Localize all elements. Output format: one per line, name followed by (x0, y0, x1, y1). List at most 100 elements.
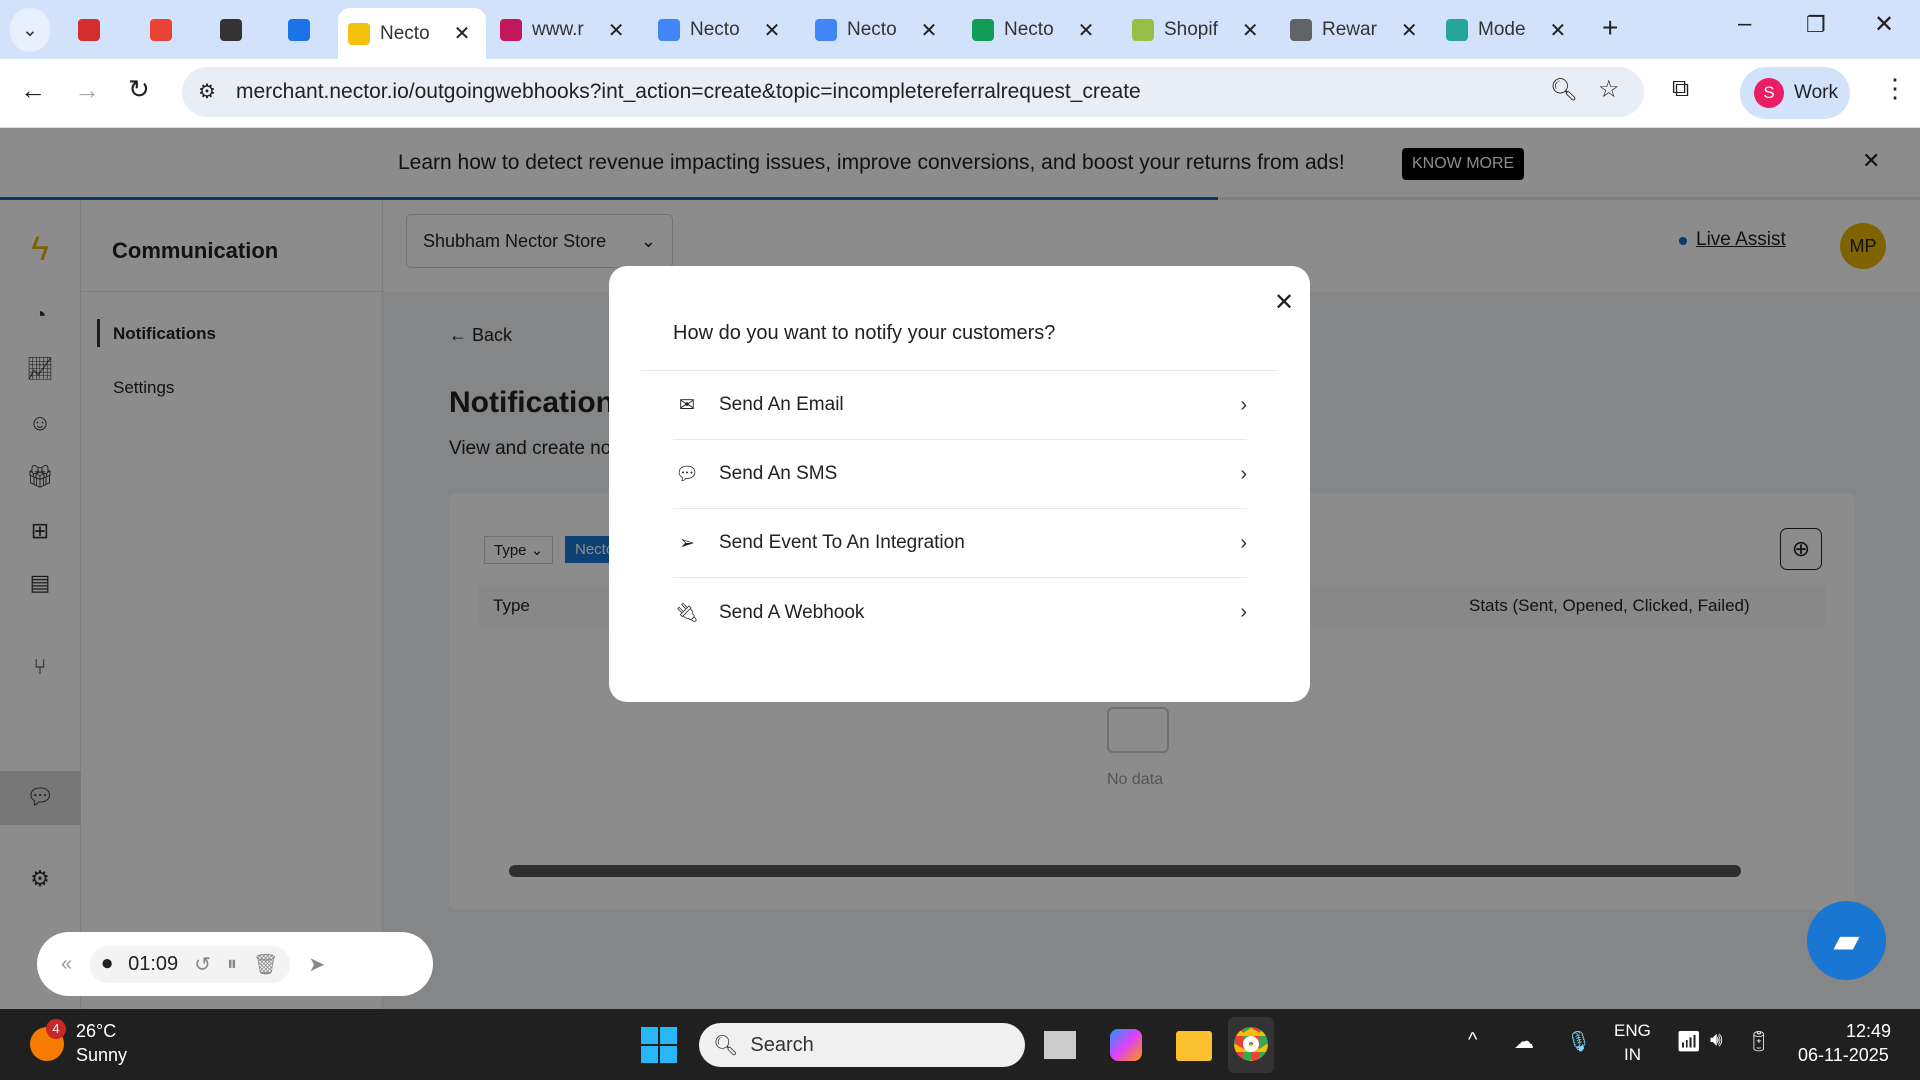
browser-toolbar: ← → ↻ ⚙ merchant.nector.io/outgoingwebho… (0, 59, 1920, 128)
windows-start-icon[interactable] (641, 1027, 677, 1063)
copilot-icon[interactable] (1110, 1029, 1142, 1061)
tab-title: Shopif (1164, 19, 1218, 40)
browser-tab[interactable]: Necto ✕ (338, 8, 486, 59)
browser-tab[interactable]: Necto ✕ (962, 8, 1104, 52)
weather-badge: 4 (46, 1019, 66, 1039)
task-view-icon[interactable] (1044, 1031, 1076, 1059)
tab-title: Necto (380, 22, 430, 44)
close-window-button[interactable]: ✕ (1874, 10, 1894, 39)
clock-time[interactable]: 12:49 (1846, 1021, 1891, 1042)
modal-close-icon[interactable]: ✕ (1274, 288, 1294, 317)
volume-icon[interactable]: 🔊︎ (1710, 1029, 1723, 1052)
tab-close-icon[interactable]: ✕ (1078, 18, 1095, 43)
nector-bolt-icon (348, 22, 370, 45)
browser-tab[interactable]: Necto ✕ (805, 8, 947, 52)
tab-title: Rewar (1322, 19, 1377, 40)
notify-method-modal: How do you want to notify your customers… (609, 266, 1310, 702)
onedrive-icon[interactable]: ☁ (1514, 1029, 1534, 1054)
tab-close-icon[interactable]: ✕ (1550, 18, 1567, 43)
chevron-right-icon: › (1240, 462, 1247, 485)
chatgpt-icon (220, 19, 242, 41)
option-send-email[interactable]: ✉ Send An Email › (673, 371, 1247, 440)
pointer-icon[interactable]: ➤ (308, 952, 325, 977)
tab-title: Mode (1478, 19, 1526, 40)
browser-tab[interactable] (68, 8, 110, 52)
tab-close-icon[interactable]: ✕ (764, 18, 781, 43)
tab-close-icon[interactable]: ✕ (1242, 18, 1259, 43)
browser-menu-icon[interactable]: ⋮ (1882, 73, 1908, 104)
tray-chevron-icon[interactable]: ^ (1468, 1029, 1477, 1052)
sheets-icon (972, 19, 994, 41)
pause-icon[interactable]: ⏸ (227, 953, 237, 976)
profile-button[interactable]: S Work (1740, 67, 1850, 119)
lang-region[interactable]: IN (1624, 1045, 1641, 1065)
mail-icon: ✉ (679, 394, 695, 416)
calendar-icon (288, 19, 310, 41)
browser-tab[interactable]: Necto ✕ (648, 8, 790, 52)
browser-tab[interactable]: Rewar ✕ (1280, 8, 1428, 52)
windows-taskbar: 4 26°C Sunny 🔍︎ Search ^ ☁ 🎙︎ ENG IN 📶︎ 🔊… (0, 1009, 1920, 1080)
modal-title: How do you want to notify your customers… (673, 322, 1056, 344)
send-arrow-icon: ➢ (679, 532, 695, 554)
chrome-icon (1234, 1027, 1268, 1061)
shopify-icon (1132, 19, 1154, 41)
new-tab-button[interactable]: + (1602, 12, 1618, 44)
wifi-icon[interactable]: 📶︎ (1676, 1029, 1701, 1054)
shopify-icon (1446, 19, 1468, 41)
clock-date[interactable]: 06-11-2025 (1798, 1045, 1889, 1066)
stop-record-icon[interactable]: ⏺ (102, 953, 112, 976)
tab-close-icon[interactable]: ✕ (454, 21, 471, 46)
docs-icon (658, 19, 680, 41)
back-nav-icon[interactable]: ← (20, 75, 46, 106)
zoom-icon[interactable]: 🔍︎ (1550, 77, 1578, 103)
bookmark-star-icon[interactable]: ☆ (1598, 75, 1620, 104)
tab-close-icon[interactable]: ✕ (921, 18, 938, 43)
site-info-icon[interactable]: ⚙ (198, 79, 216, 104)
globe-icon (1290, 19, 1312, 41)
reload-icon[interactable]: ↻ (128, 74, 150, 105)
browser-tab[interactable]: Shopif ✕ (1122, 8, 1269, 52)
screen-recorder-widget: « ⏺ 01:09 ↺ ⏸ 🗑︎ ➤ (37, 932, 433, 996)
maze-icon (500, 19, 522, 41)
chevron-right-icon: › (1240, 601, 1247, 623)
tab-title: www.r (532, 19, 584, 40)
profile-label: Work (1794, 82, 1838, 103)
option-send-webhook[interactable]: 🔌︎ Send A Webhook › (673, 578, 1247, 647)
option-send-sms[interactable]: 💬︎ Send An SMS › (673, 440, 1247, 509)
minimize-button[interactable]: – (1738, 10, 1751, 38)
browser-tab[interactable] (210, 8, 252, 52)
weather-temp: 26°C (76, 1021, 117, 1041)
tab-title: Necto (1004, 19, 1054, 40)
chat-support-button[interactable]: ▰ (1807, 901, 1886, 980)
battery-icon[interactable]: 🔋︎ (1746, 1029, 1771, 1054)
docs-icon (815, 19, 837, 41)
browser-tab[interactable] (278, 8, 320, 52)
address-bar[interactable]: ⚙ merchant.nector.io/outgoingwebhooks?in… (182, 67, 1644, 117)
file-explorer-icon[interactable] (1176, 1031, 1212, 1061)
url-text[interactable]: merchant.nector.io/outgoingwebhooks?int_… (236, 80, 1141, 104)
tab-close-icon[interactable]: ✕ (608, 18, 625, 43)
tab-search-button[interactable]: ⌄ (10, 8, 50, 52)
browser-tab[interactable] (140, 8, 182, 52)
chevron-right-icon: › (1240, 531, 1247, 554)
lang-code[interactable]: ENG (1614, 1021, 1651, 1041)
browser-tab[interactable]: www.r ✕ (490, 8, 635, 52)
tab-title: Necto (847, 19, 897, 40)
restore-button[interactable]: ❐ (1806, 12, 1826, 38)
taskbar-search[interactable]: 🔍︎ Search (699, 1023, 1025, 1067)
collapse-icon[interactable]: « (61, 953, 72, 976)
option-send-integration[interactable]: ➢ Send Event To An Integration › (673, 509, 1247, 578)
restart-icon[interactable]: ↺ (194, 952, 211, 977)
tab-close-icon[interactable]: ✕ (1401, 18, 1418, 43)
browser-tab[interactable]: Mode ✕ (1436, 8, 1576, 52)
delete-icon[interactable]: 🗑︎ (253, 952, 278, 977)
microphone-icon[interactable]: 🎙︎ (1566, 1029, 1591, 1054)
browser-tab-bar: ⌄ Necto ✕ www.r ✕ Necto ✕ Necto ✕ Necto ✕ Shopif ✕ R… (0, 0, 1920, 59)
gmail-icon (150, 19, 172, 41)
sms-bubble-icon: 💬︎ (674, 464, 700, 485)
chrome-taskbar-button[interactable] (1228, 1017, 1274, 1073)
chevron-right-icon: › (1240, 393, 1247, 416)
plug-icon: 🔌︎ (674, 602, 700, 624)
forward-nav-icon[interactable]: → (74, 75, 100, 106)
extensions-icon[interactable]: ⧉ (1672, 75, 1689, 103)
